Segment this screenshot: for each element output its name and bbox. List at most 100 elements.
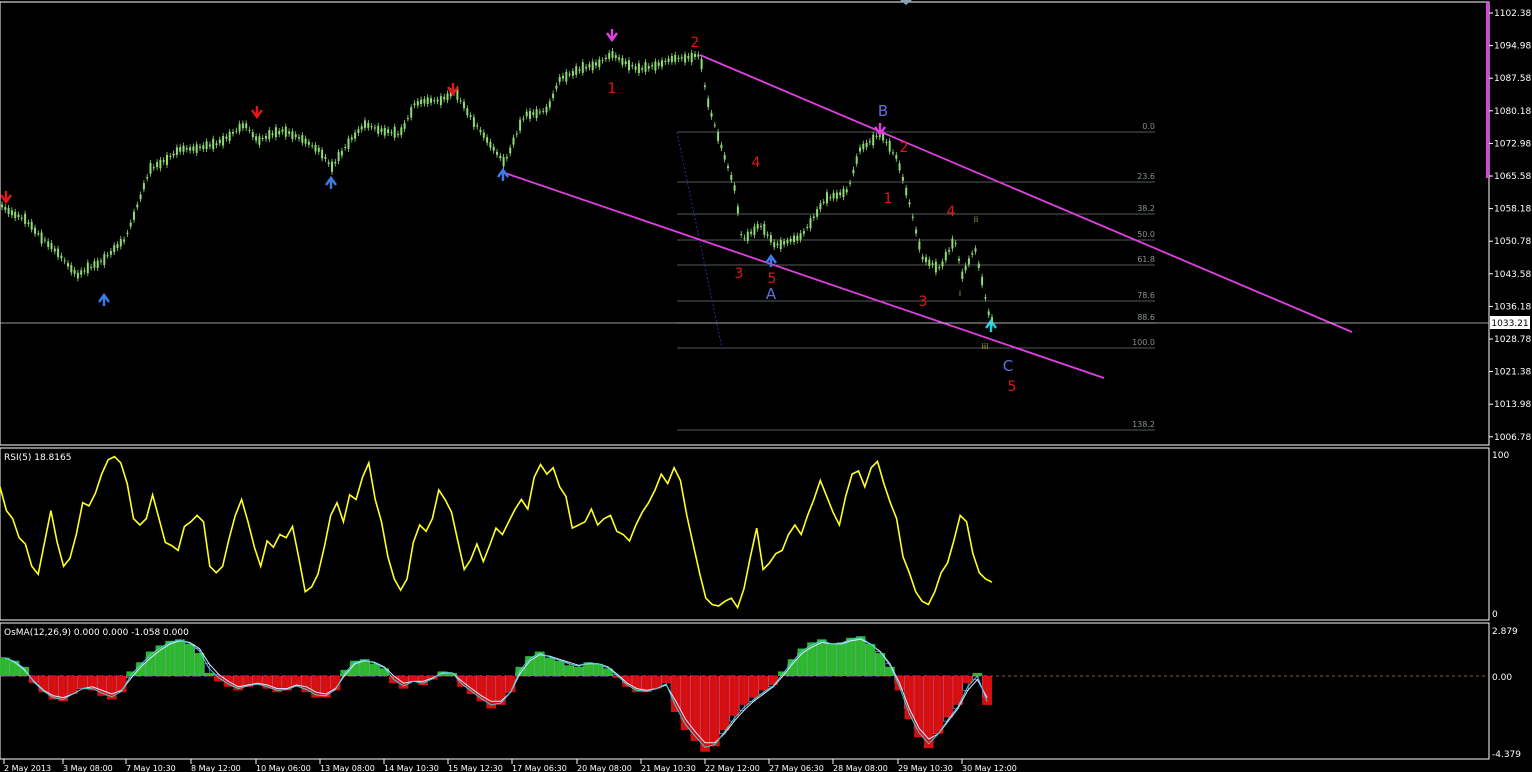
candle-body: [393, 126, 396, 138]
candle-body: [690, 52, 693, 63]
candle-body: [842, 188, 845, 198]
candle-body: [661, 60, 663, 67]
candle-body: [370, 126, 373, 128]
osma-bar-negative: [933, 676, 944, 734]
candle-body: [657, 62, 660, 66]
osma-bar-positive: [204, 672, 214, 676]
candle-body: [974, 248, 977, 252]
candle-body: [647, 66, 650, 69]
candle-body: [314, 144, 317, 152]
candle-body: [865, 142, 868, 148]
time-tick-label: 15 May 12:30: [448, 764, 503, 772]
candle-body: [360, 126, 363, 130]
osma-bar-positive: [816, 639, 827, 676]
candle-body: [743, 237, 746, 239]
candle-body: [420, 99, 423, 104]
candle-body: [872, 134, 875, 146]
wave-label-red: 4: [947, 204, 956, 220]
candle-body: [954, 243, 957, 245]
candle-body: [948, 249, 951, 252]
candle-body: [967, 258, 970, 265]
candle-body: [238, 123, 241, 132]
candle-body: [667, 58, 670, 62]
osma-bar-positive: [369, 663, 380, 676]
candle-body: [621, 58, 624, 65]
candle-body: [80, 270, 83, 275]
candle-body: [769, 235, 772, 243]
candle-body: [182, 145, 185, 152]
candle-body: [512, 137, 515, 145]
candle-body: [340, 150, 343, 156]
candle-body: [548, 101, 551, 108]
candle-body: [469, 115, 472, 117]
candle-body: [558, 76, 561, 82]
candle-body: [703, 85, 706, 88]
candle-body: [509, 147, 512, 154]
candle-body: [311, 145, 314, 147]
candle-body: [159, 159, 162, 169]
candle-body: [624, 61, 627, 65]
osma-bar-negative: [709, 676, 720, 747]
trading-chart[interactable]: 1102.38 1094.98 1087.58 1080.18 1072.98 1065.…: [0, 0, 1532, 772]
osma-bar-negative: [700, 676, 710, 752]
candle-body: [103, 254, 106, 265]
candle-body: [822, 201, 825, 203]
candle-body: [86, 262, 89, 274]
candle-body: [608, 52, 611, 59]
osma-bar-negative: [719, 676, 730, 731]
candle-body: [819, 203, 822, 210]
candle-body: [595, 62, 597, 66]
osma-bar-negative: [68, 676, 78, 695]
time-tick-label: 28 May 08:00: [833, 764, 888, 772]
candle-body: [852, 169, 855, 174]
candle-body: [786, 240, 789, 244]
time-tick-label: 29 May 10:30: [898, 764, 953, 772]
osma-bar-negative: [739, 676, 749, 705]
wave-label-minor: i: [959, 289, 961, 298]
candle-body: [106, 255, 109, 257]
fib-level-label: 0.0: [1142, 122, 1155, 131]
candle-body: [350, 137, 353, 140]
candle-body: [284, 126, 287, 137]
candle-body: [436, 99, 439, 102]
candle-body: [542, 110, 545, 112]
candle-body: [265, 136, 267, 139]
candle-body: [618, 57, 621, 60]
candle-body: [918, 241, 921, 250]
osma-bar-negative: [661, 676, 672, 684]
wave-label-blue: C: [1003, 357, 1013, 375]
candle-body: [7, 207, 10, 215]
candle-body: [938, 267, 941, 269]
candle-body: [489, 141, 492, 148]
candle-body: [152, 167, 155, 169]
candle-body: [334, 161, 337, 164]
candle-body: [789, 238, 792, 242]
candle-body: [331, 161, 333, 172]
candle-body: [901, 176, 904, 181]
candle-body: [123, 239, 126, 242]
candle-body: [951, 238, 954, 249]
candle-body: [76, 272, 79, 279]
candle-body: [601, 60, 604, 62]
candle-body: [50, 243, 53, 250]
candle-body: [651, 65, 654, 67]
candle-body: [373, 127, 376, 129]
wave-label-red: 1: [884, 191, 893, 207]
candle-body: [27, 222, 30, 224]
candle-body: [96, 260, 99, 268]
candle-body: [779, 240, 782, 250]
osma-bar-negative: [486, 676, 496, 709]
candle-body: [763, 223, 766, 235]
time-tick-label: 30 May 12:00: [962, 764, 1017, 772]
candle-body: [443, 96, 446, 100]
osma-bar-positive: [826, 643, 837, 676]
rsi-label: RSI(5) 18.8165: [4, 453, 71, 463]
candle-body: [235, 130, 238, 132]
candle-body: [614, 55, 617, 59]
candle-body: [251, 132, 254, 138]
candle-body: [684, 54, 687, 63]
osma-bar-positive: [554, 660, 565, 676]
candle-body: [961, 271, 964, 280]
fib-level-label: 61.8: [1137, 255, 1155, 264]
candle-body: [529, 110, 531, 119]
